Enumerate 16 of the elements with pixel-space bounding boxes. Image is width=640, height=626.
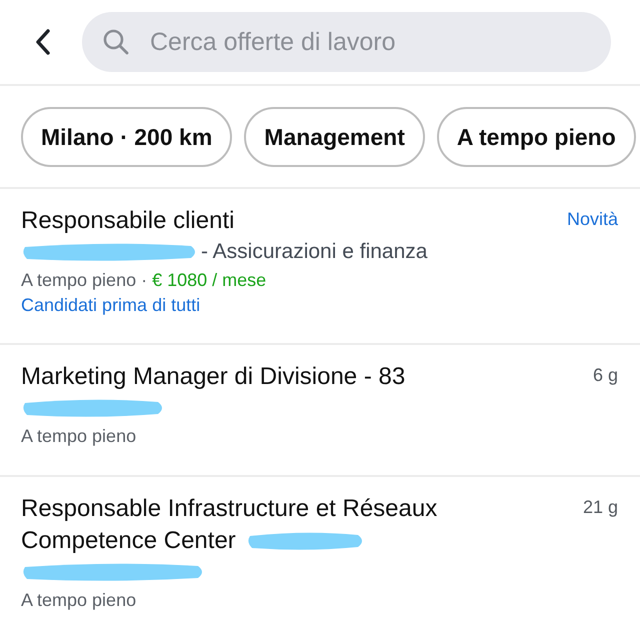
job-type: A tempo pieno · bbox=[21, 270, 148, 290]
job-title[interactable]: Responsabile clienti bbox=[21, 205, 541, 237]
apply-first-link[interactable]: Candidati prima di tutti bbox=[21, 293, 541, 317]
job-type: A tempo pieno bbox=[21, 426, 136, 446]
new-label: Novità bbox=[566, 208, 618, 231]
posted-age: 6 g bbox=[592, 364, 618, 387]
salary: € 1080 / mese bbox=[152, 270, 266, 290]
job-type: A tempo pieno bbox=[21, 590, 136, 610]
filter-chip[interactable]: A tempo pieno bbox=[436, 107, 636, 167]
filter-chip[interactable]: Management bbox=[244, 107, 425, 167]
filter-chip[interactable]: Milano · 200 km bbox=[21, 107, 232, 167]
job-title[interactable]: Marketing Manager di Divisione - 83 bbox=[21, 361, 541, 393]
job-title[interactable]: Responsable Infrastructure et Réseaux Competence Center bbox=[21, 493, 541, 557]
posted-age: 21 g bbox=[582, 496, 618, 519]
search-field[interactable]: Cerca offerte di lavoro bbox=[82, 12, 611, 72]
company-sector: - Assicurazioni e finanza bbox=[201, 240, 428, 264]
